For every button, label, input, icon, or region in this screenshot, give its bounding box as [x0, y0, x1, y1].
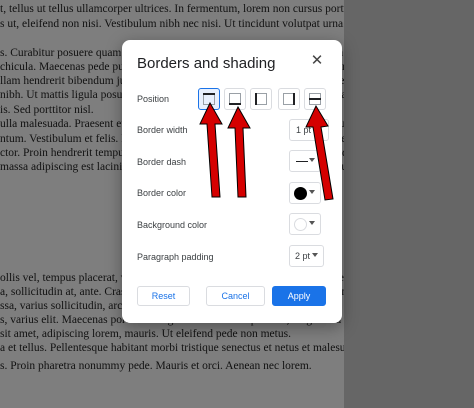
- position-between-button[interactable]: [304, 88, 326, 110]
- paragraph-padding-label: Paragraph padding: [137, 252, 214, 262]
- background-color-swatch: [294, 218, 307, 231]
- border-color-picker[interactable]: [289, 182, 321, 204]
- paragraph-padding-select[interactable]: 2 pt: [289, 245, 324, 267]
- document-background: [344, 0, 474, 408]
- dialog-title: Borders and shading: [137, 55, 276, 72]
- border-right-icon: [283, 93, 295, 105]
- border-color-label: Border color: [137, 188, 187, 198]
- cancel-button[interactable]: Cancel: [206, 286, 265, 306]
- border-width-value: 1 pt: [296, 125, 312, 135]
- position-label: Position: [137, 94, 170, 104]
- chevron-down-icon: [309, 221, 315, 225]
- solid-line-icon: [296, 161, 308, 162]
- border-color-swatch: [294, 187, 307, 200]
- border-width-label: Border width: [137, 125, 188, 135]
- border-bottom-icon: [229, 93, 241, 105]
- paragraph-padding-value: 2 pt: [295, 251, 311, 261]
- border-dash-label: Border dash: [137, 157, 187, 167]
- chevron-down-icon: [312, 253, 318, 257]
- chevron-down-icon: [309, 190, 315, 194]
- reset-button[interactable]: Reset: [137, 286, 190, 306]
- position-right-button[interactable]: [278, 88, 300, 110]
- position-bottom-button[interactable]: [224, 88, 246, 110]
- border-left-icon: [255, 93, 267, 105]
- border-between-icon: [309, 93, 321, 105]
- border-width-select[interactable]: 1 pt: [289, 119, 329, 141]
- position-top-button[interactable]: [198, 88, 220, 110]
- border-top-icon: [203, 93, 215, 105]
- chevron-down-icon: [309, 158, 315, 162]
- borders-and-shading-dialog: Borders and shading ✕ Position Border wi…: [122, 40, 342, 323]
- apply-button[interactable]: Apply: [272, 286, 326, 306]
- background-color-picker[interactable]: [289, 213, 321, 235]
- border-dash-select[interactable]: [289, 150, 321, 172]
- close-icon[interactable]: ✕: [310, 53, 324, 68]
- position-left-button[interactable]: [250, 88, 272, 110]
- background-color-label: Background color: [137, 220, 208, 230]
